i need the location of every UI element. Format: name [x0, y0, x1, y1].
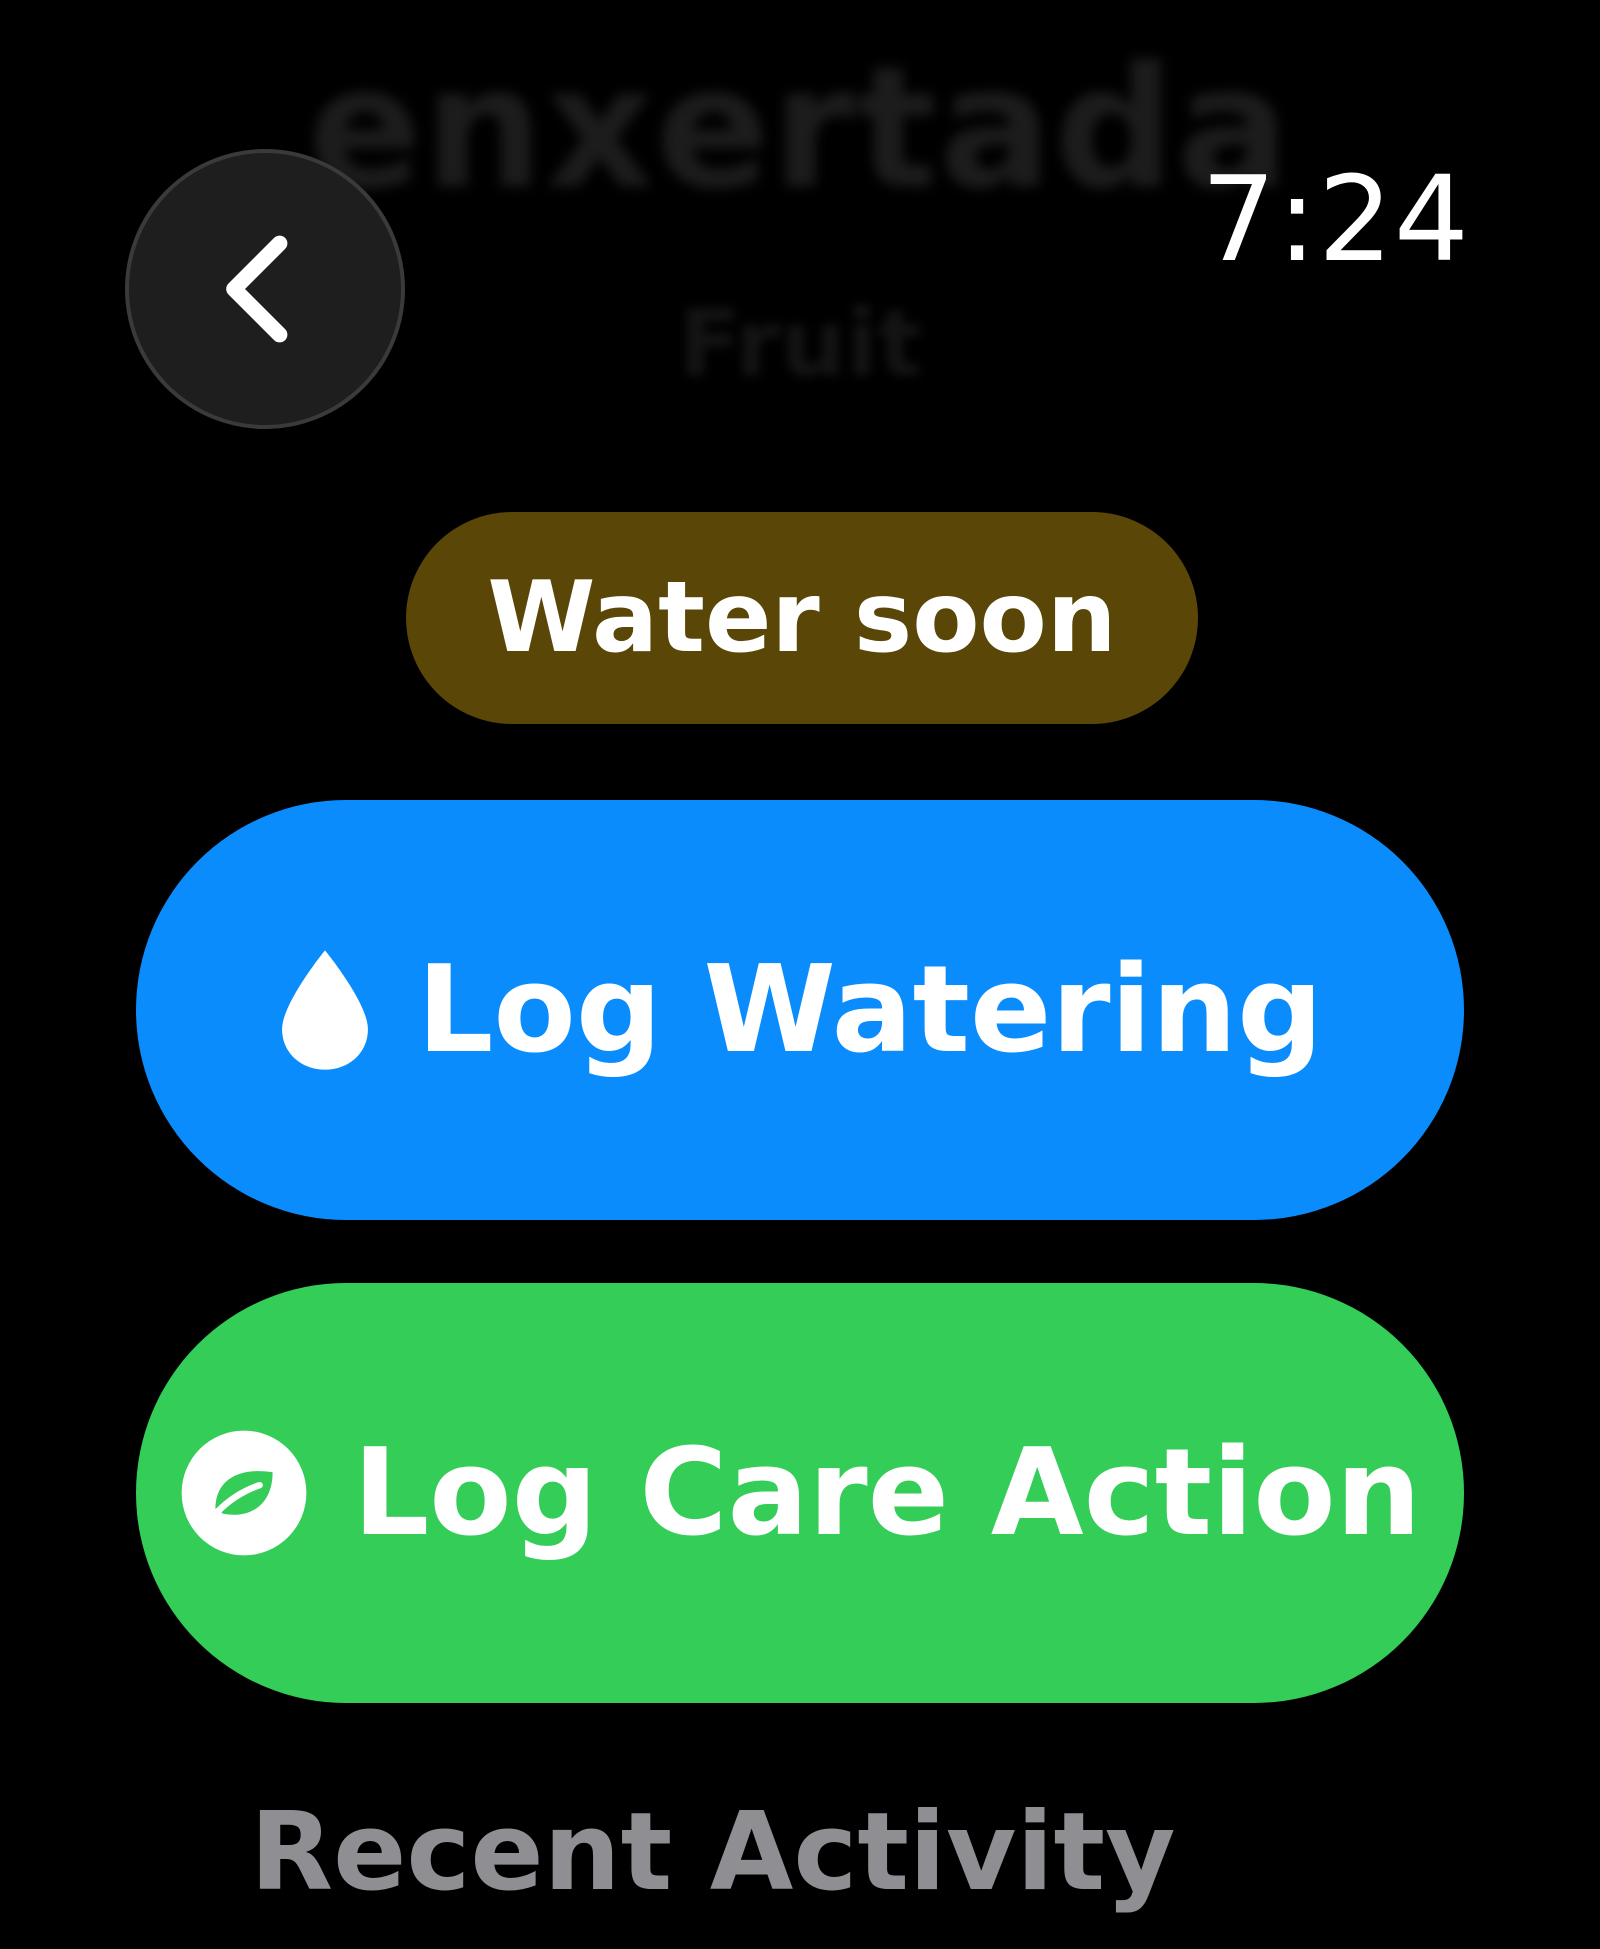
log-care-action-button[interactable]: Log Care Action — [136, 1283, 1464, 1703]
leaf-circle-icon — [179, 1428, 309, 1558]
recent-activity-heading: Recent Activity — [250, 1790, 1176, 1915]
log-watering-label: Log Watering — [416, 940, 1324, 1080]
log-care-action-label: Log Care Action — [352, 1423, 1422, 1563]
log-watering-button[interactable]: Log Watering — [136, 800, 1464, 1220]
plant-detail-screen: enxertada Fruit 7:24 Water soon Log Wate… — [0, 0, 1600, 1949]
water-drop-icon — [277, 948, 373, 1072]
chevron-left-icon — [226, 235, 288, 343]
status-badge: Water soon — [406, 512, 1198, 724]
back-button[interactable] — [125, 149, 405, 429]
clock-time: 7:24 — [1201, 150, 1470, 288]
status-badge-label: Water soon — [487, 561, 1117, 675]
